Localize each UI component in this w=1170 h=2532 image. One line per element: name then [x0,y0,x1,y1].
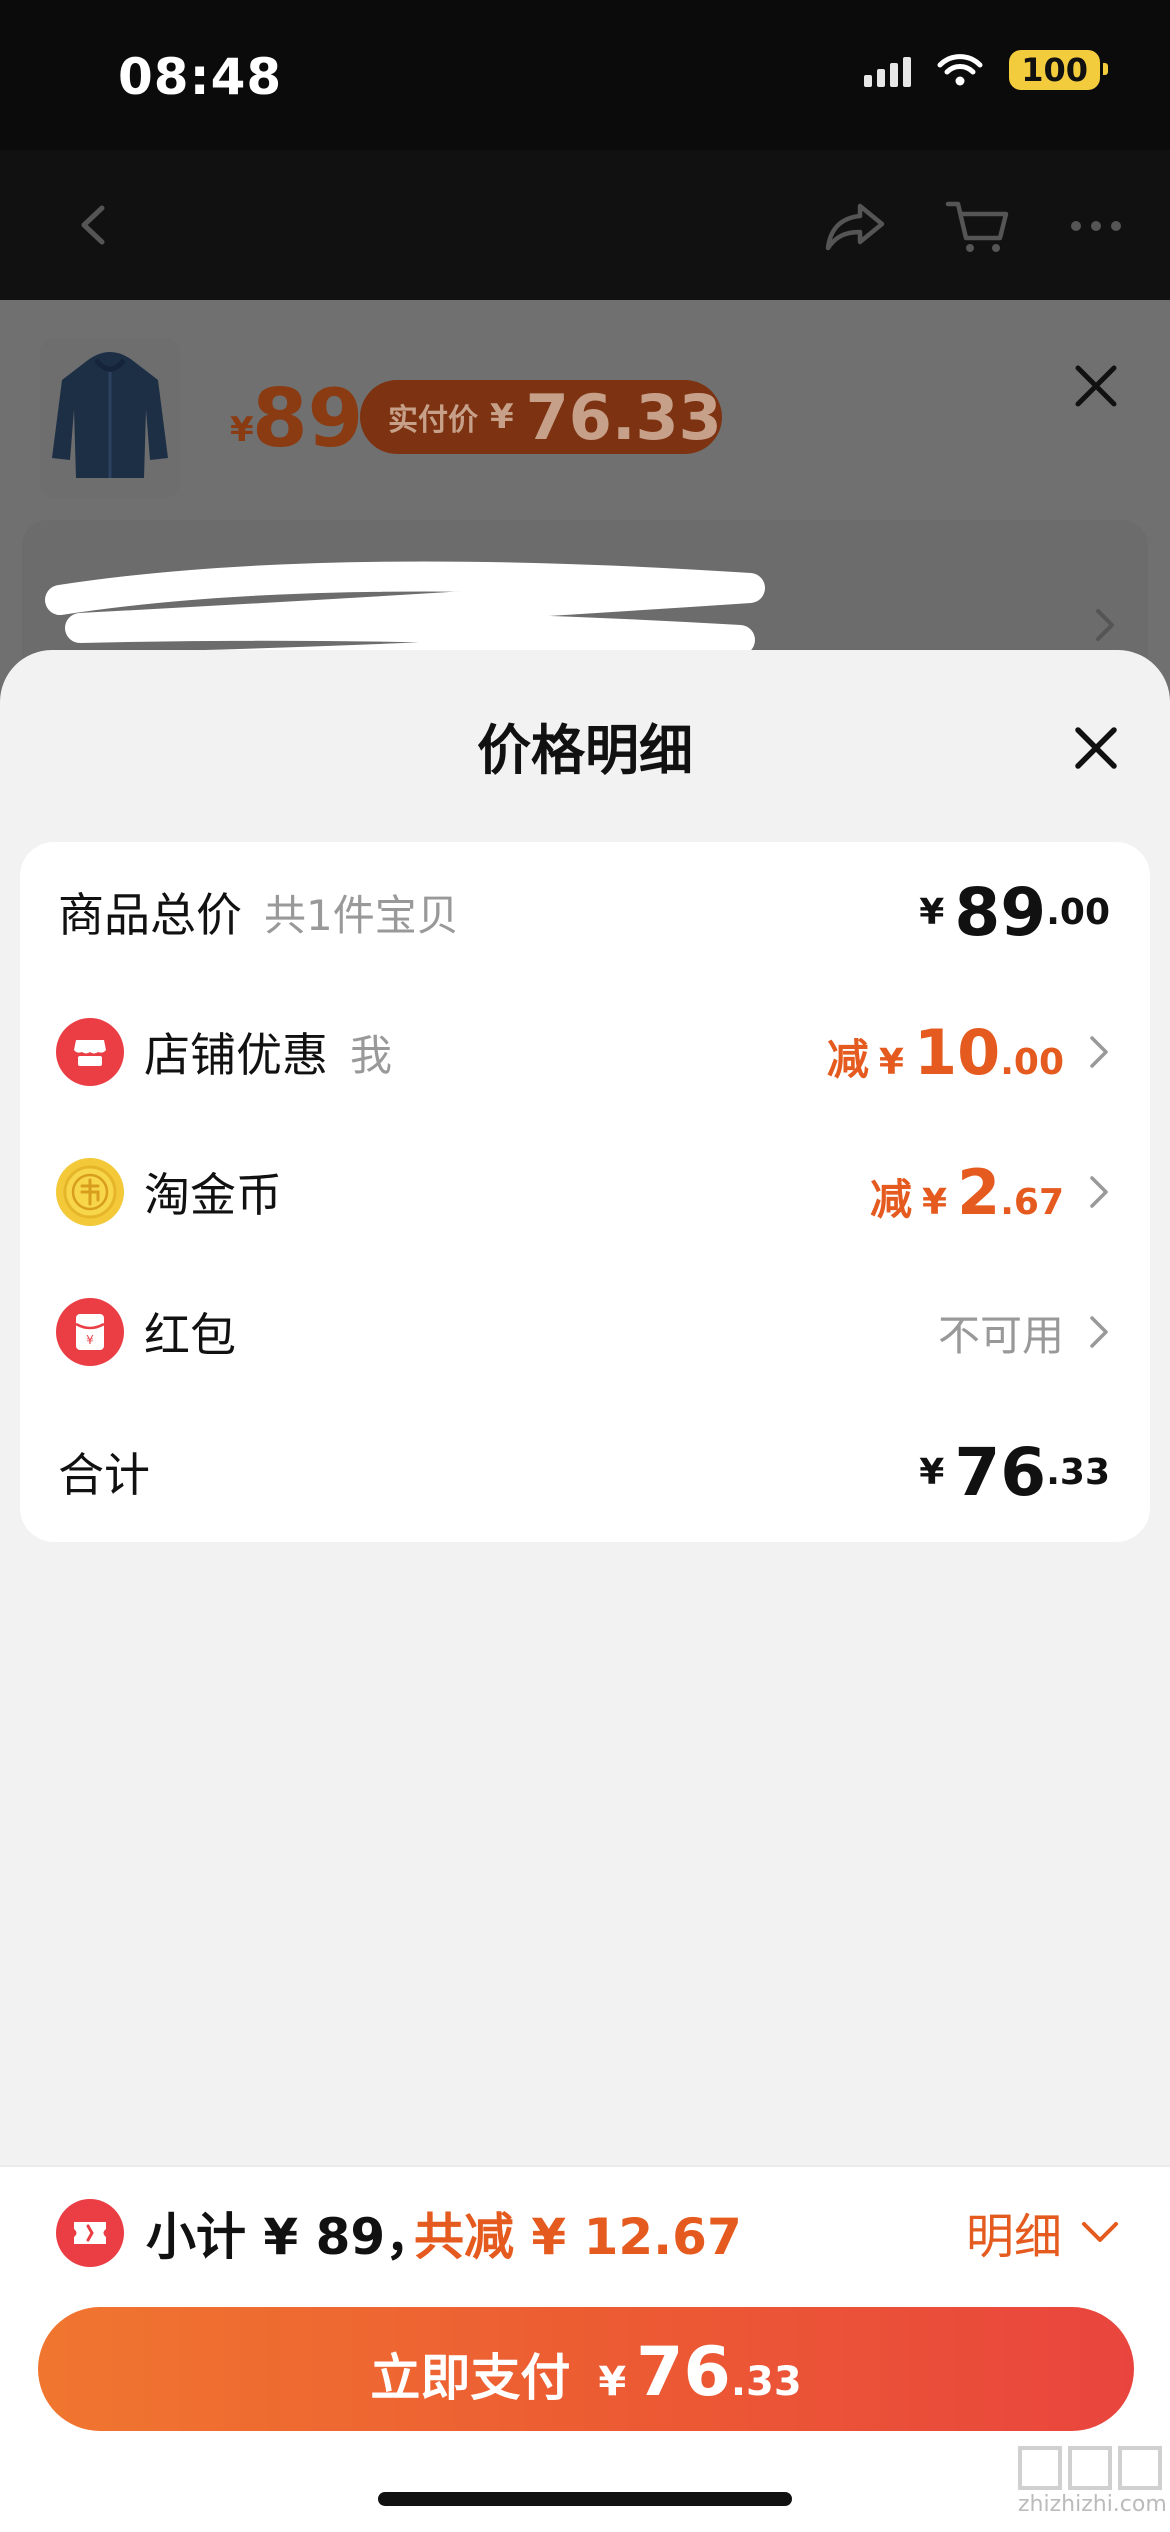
chevron-right-icon [1090,1316,1108,1348]
home-indicator[interactable] [378,2492,792,2506]
goods-total-int: 89 [954,873,1047,951]
actual-price-yen: ¥ [490,397,514,437]
shop-discount-amount: 减 ¥ 10 .00 [827,982,1110,1122]
status-time: 08:48 [118,48,283,106]
actual-price-value: 76.33 [525,380,722,454]
price-breakdown-card: 商品总价 共1件宝贝 ¥ 89 .00 店铺优惠 我 减 ¥ 10 .00 淘金… [20,842,1150,1542]
red-envelope-status-text: 不可用 [937,1310,1064,1360]
shop-discount-label: 店铺优惠 [144,1028,328,1082]
shop-discount-yen: ¥ [878,1041,904,1083]
goods-total-yen: ¥ [919,891,945,933]
grand-total-dec: .33 [1046,1451,1110,1493]
grand-total-int: 76 [954,1433,1047,1511]
battery-indicator: 100 [1009,50,1108,90]
shop-discount-dec: .00 [1000,1041,1064,1083]
coin-prefix: 减 [870,1174,913,1224]
watermark-text: zhizhizhi.com [1018,2492,1167,2517]
chevron-right-icon [1090,1036,1108,1068]
back-icon[interactable] [60,190,130,260]
actual-price-label: 实付价 [388,403,478,438]
chevron-right-icon [1090,1176,1108,1208]
red-envelope-icon: ¥ [56,1298,124,1366]
coin-dec: .67 [1000,1181,1064,1223]
chevron-down-icon [1082,2222,1119,2242]
grand-total-label: 合计 [58,1448,150,1502]
store-icon [56,1018,124,1086]
pay-now-label: 立即支付 [370,2349,571,2407]
coin-icon [56,1158,124,1226]
status-bar: 08:48 100 [0,0,1170,150]
detail-toggle[interactable]: 明细 [966,2197,1120,2267]
svg-text:¥: ¥ [86,1333,94,1347]
detail-toggle-label: 明细 [966,2209,1063,2265]
coin-row[interactable]: 淘金币 减 ¥ 2 .67 [20,1122,1150,1262]
coin-yen: ¥ [922,1181,948,1223]
product-thumbnail [40,338,180,498]
background-price: 89 [252,372,364,465]
goods-total-label: 商品总价 [58,888,242,942]
checkout-bar: 小计 ¥ 89， 共减 ¥ 12.67 明细 立即支付 ¥ 76 .33 [0,2165,1170,2532]
cellular-signal-icon [864,53,912,87]
total-discount-text: 共减 ¥ 12.67 [414,2208,742,2266]
subtotal-text: 小计 ¥ 89， [146,2208,436,2266]
background-chevron-right-icon [1096,609,1114,641]
coin-amount: 减 ¥ 2 .67 [870,1122,1110,1262]
background-actual-price-badge: 实付价 ¥ 76.33 [360,380,722,454]
shop-discount-int: 10 [913,1015,1001,1089]
shop-discount-prefix: 减 [826,1034,869,1084]
red-envelope-status: 不可用 [938,1262,1110,1402]
goods-count: 共1件宝贝 [264,890,459,940]
grand-total-amount: ¥ 76 .33 [919,1402,1110,1542]
pay-now-yen: ¥ [598,2359,627,2405]
red-envelope-row[interactable]: ¥ 红包 不可用 [20,1262,1150,1402]
goods-total-row: 商品总价 共1件宝贝 ¥ 89 .00 [20,842,1150,982]
cart-icon[interactable] [942,190,1014,262]
navigation-bar [0,150,1170,300]
coin-int: 2 [957,1155,1001,1229]
pay-now-button[interactable]: 立即支付 ¥ 76 .33 [38,2307,1134,2431]
goods-total-amount: ¥ 89 .00 [919,842,1110,982]
goods-total-dec: .00 [1046,891,1110,933]
grand-total-yen: ¥ [919,1451,945,1493]
red-envelope-label: 红包 [144,1308,236,1362]
status-indicators: 100 [864,50,1108,90]
wifi-icon [937,54,983,86]
sheet-title: 价格明细 [477,719,693,782]
shop-discount-sub: 我 [350,1030,393,1080]
coupon-ticket-icon [56,2199,124,2267]
grand-total-row: 合计 ¥ 76 .33 [20,1402,1150,1542]
background-price-yen: ¥ [230,410,254,450]
share-icon[interactable] [820,190,892,262]
watermark-logo [1018,2446,1162,2490]
more-icon[interactable] [1060,190,1132,262]
coin-label: 淘金币 [144,1168,282,1222]
pay-now-int: 76 [636,2333,731,2412]
shop-discount-row[interactable]: 店铺优惠 我 减 ¥ 10 .00 [20,982,1150,1122]
pay-now-dec: .33 [730,2359,802,2405]
close-icon[interactable] [1068,720,1124,776]
background-close-icon[interactable] [1070,360,1122,412]
